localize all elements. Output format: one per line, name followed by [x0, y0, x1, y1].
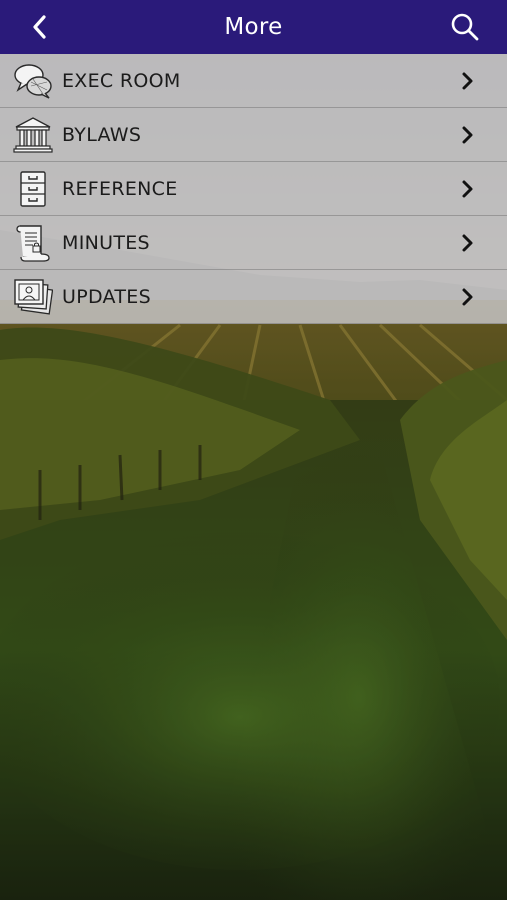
menu-item-label: BYLAWS [62, 123, 142, 146]
chat-bubbles-icon [12, 61, 54, 101]
search-button[interactable] [449, 11, 481, 43]
chevron-right-icon [462, 234, 473, 252]
menu-item-label: UPDATES [62, 285, 151, 308]
more-screen: More EXEC ROOM BYLAWS REFERENCE MINUTES … [0, 0, 507, 900]
file-cabinet-icon [12, 169, 54, 209]
menu-item-updates[interactable]: UPDATES [0, 270, 507, 324]
menu-item-label: EXEC ROOM [62, 69, 181, 92]
chevron-left-icon [33, 15, 46, 39]
scroll-document-icon [12, 223, 54, 263]
chevron-right-icon [462, 126, 473, 144]
photo-stack-icon [12, 277, 54, 317]
back-button[interactable] [24, 12, 54, 42]
page-title: More [224, 14, 283, 40]
menu-item-label: MINUTES [62, 231, 150, 254]
menu-item-bylaws[interactable]: BYLAWS [0, 108, 507, 162]
more-menu-list: EXEC ROOM BYLAWS REFERENCE MINUTES UPDAT… [0, 54, 507, 324]
courthouse-icon [12, 115, 54, 155]
menu-item-exec-room[interactable]: EXEC ROOM [0, 54, 507, 108]
chevron-right-icon [462, 288, 473, 306]
search-icon [451, 13, 479, 41]
top-bar: More [0, 0, 507, 54]
chevron-right-icon [462, 180, 473, 198]
menu-item-label: REFERENCE [62, 177, 178, 200]
chevron-right-icon [462, 72, 473, 90]
menu-item-reference[interactable]: REFERENCE [0, 162, 507, 216]
menu-item-minutes[interactable]: MINUTES [0, 216, 507, 270]
